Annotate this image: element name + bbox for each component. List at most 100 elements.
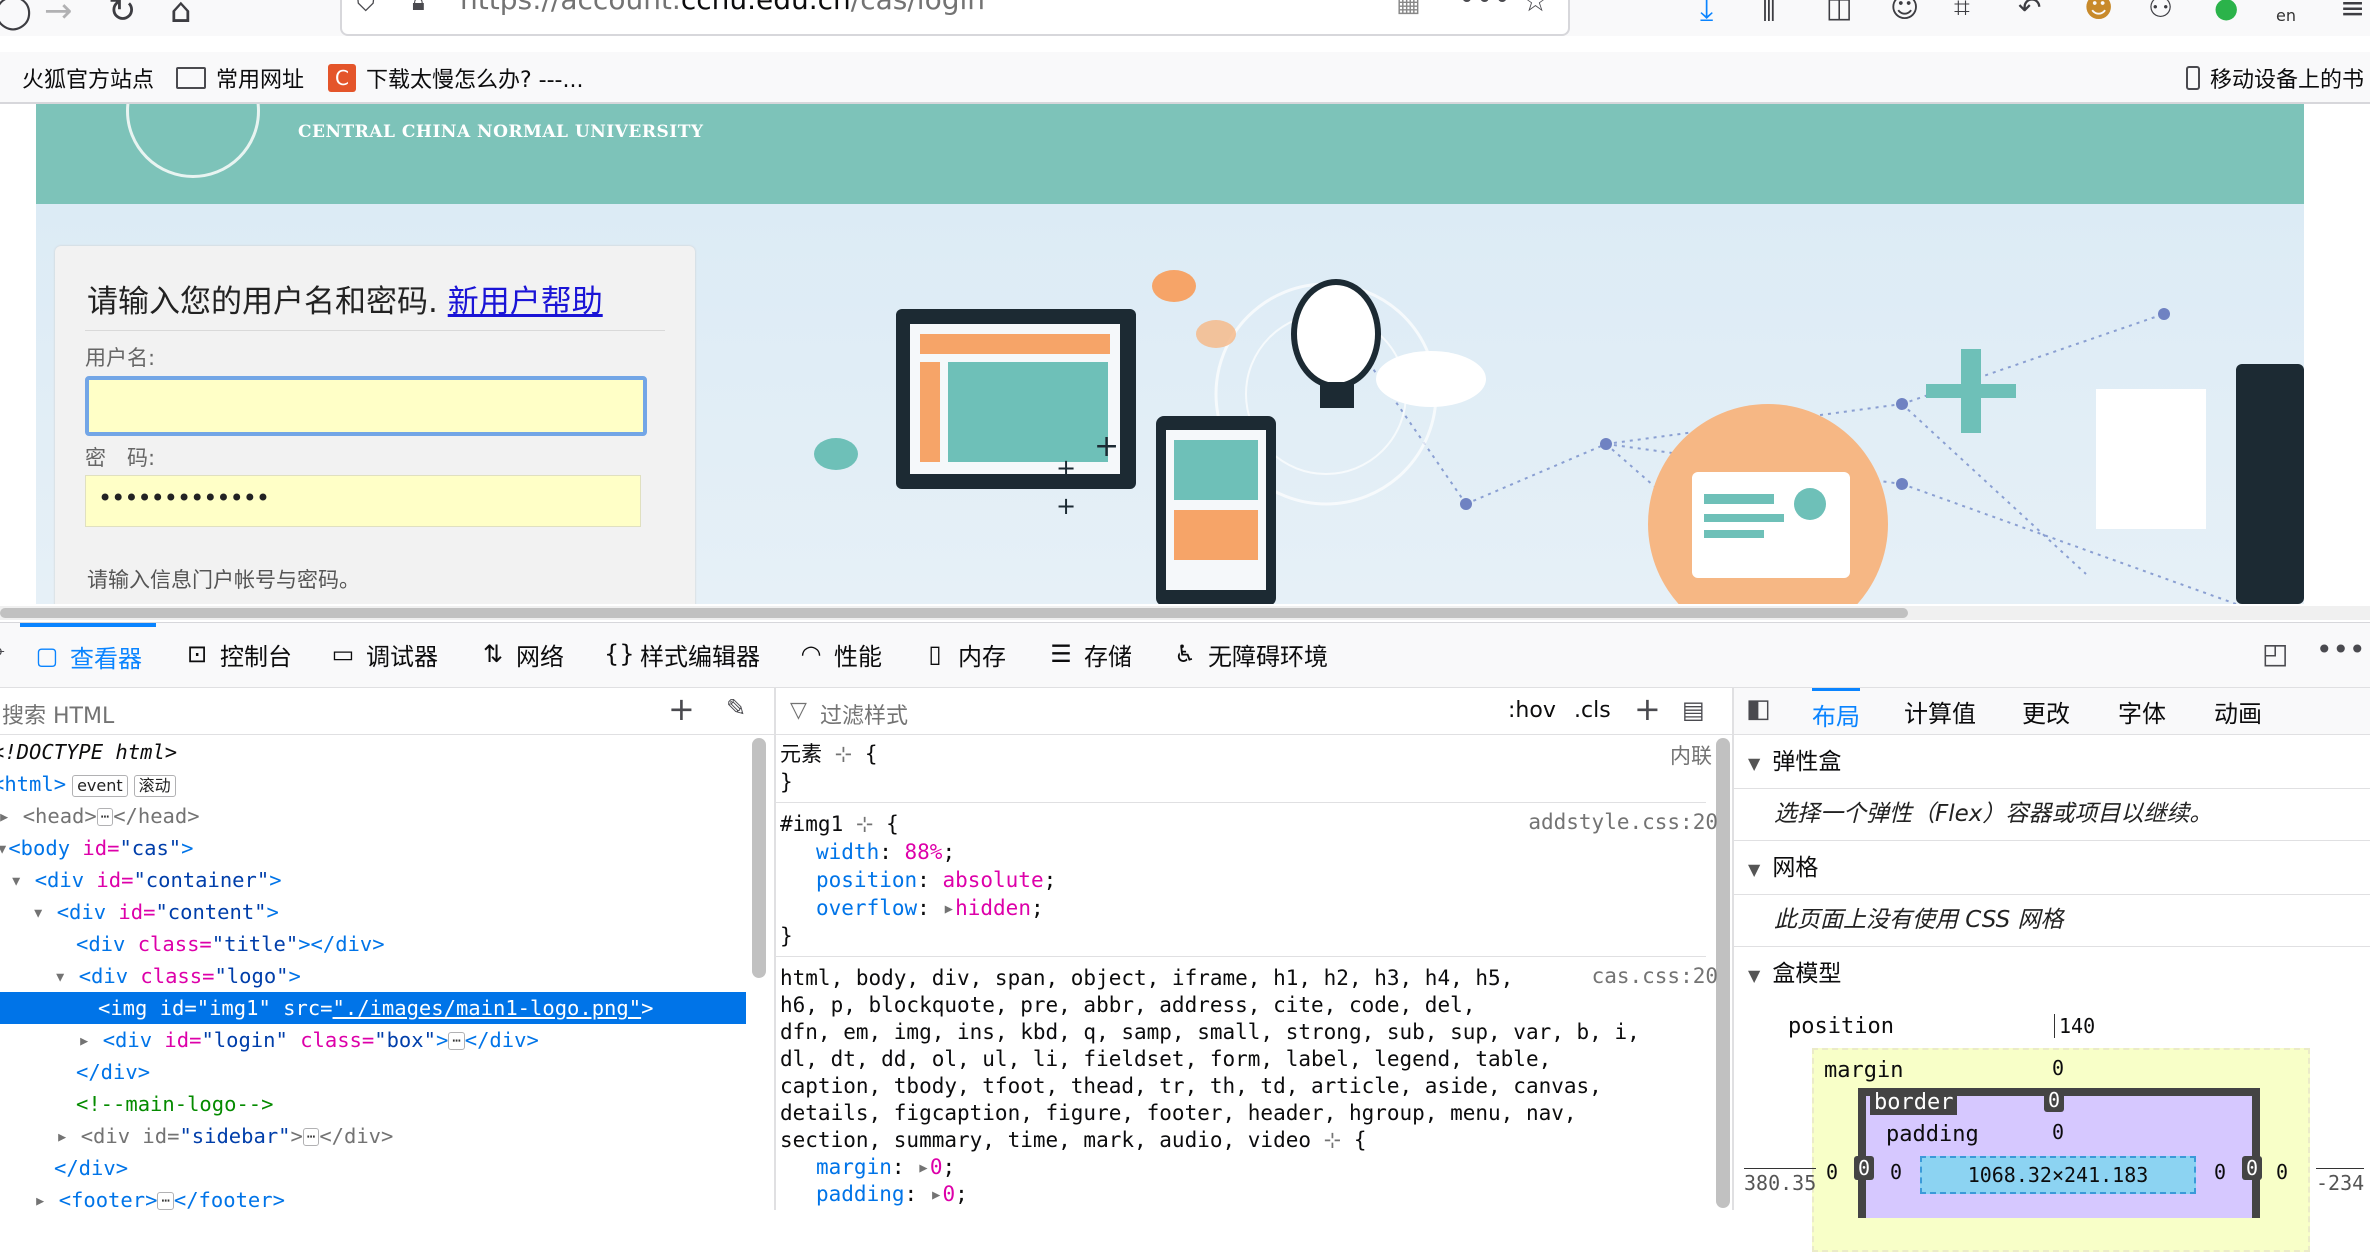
element-rule-source[interactable]: 内联 (1670, 740, 1712, 770)
tab-style-editor[interactable]: {} 样式编辑器 (604, 623, 760, 685)
tree-html[interactable]: <html>event滚动 (0, 768, 176, 800)
url-text[interactable]: https://account.ccnu.edu.cn/cas/login (460, 0, 985, 14)
img-src-link[interactable]: "./images/main1-logo.png" (333, 996, 642, 1020)
download-icon[interactable]: ⤓ (1700, 0, 1713, 26)
tree-div-title[interactable]: <div class="title"></div> (76, 928, 385, 960)
tree-doctype[interactable]: <!DOCTYPE html> (0, 736, 177, 768)
tree-div-login[interactable]: ▸ <div id="login" class="box"> ⋯ </div> (78, 1024, 539, 1056)
reset-selector-line[interactable]: caption, tbody, tfoot, thead, tr, th, td… (780, 1072, 1602, 1100)
styles-filter-input[interactable]: 过滤样式 (820, 698, 908, 730)
tab-fonts[interactable]: 字体 (2118, 694, 2166, 729)
tree-div-sidebar[interactable]: ▸ <div id="sidebar"> ⋯ </div> (56, 1120, 393, 1152)
tab-inspector[interactable]: ▢ 查看器 (20, 623, 156, 685)
tree-img-selected[interactable]: <img id="img1" src="./images/main1-logo.… (0, 992, 746, 1024)
tampermonkey-icon[interactable]: ☻ (2084, 0, 2113, 22)
tab-performance[interactable]: ◠ 性能 (798, 623, 882, 685)
content-size[interactable]: 1068.32×241.183 (1920, 1156, 2196, 1194)
shield-icon[interactable]: ⛉ (356, 0, 376, 19)
reload-icon[interactable]: ↻ (108, 0, 137, 28)
html-search-input[interactable]: 搜索 HTML (2, 698, 114, 730)
padding-right-value[interactable]: 0 (2214, 1160, 2226, 1184)
tab-debugger[interactable]: ▭ 调试器 (330, 623, 438, 685)
tree-div-content[interactable]: ▾ <div id="content"> (32, 896, 279, 928)
bookmark-star-icon[interactable]: ☆ (1522, 0, 1549, 19)
padding-top-value[interactable]: 0 (2052, 1120, 2064, 1144)
collapsed-dots[interactable]: ⋯ (302, 1128, 320, 1146)
decl-position[interactable]: position: absolute; (816, 866, 1056, 894)
tab-accessibility[interactable]: ♿︎ 无障碍环境 (1172, 623, 1328, 685)
decl-margin[interactable]: margin: ▸0; (816, 1153, 955, 1181)
decl-overflow[interactable]: overflow: ▸hidden; (816, 894, 1044, 922)
url-bar[interactable]: ⛉ 🔒︎ https://account.ccnu.edu.cn/cas/log… (340, 0, 1570, 36)
event-badge[interactable]: event (72, 775, 128, 797)
tree-div-close-2[interactable]: </div> (54, 1152, 128, 1184)
margin-top-value[interactable]: 0 (2052, 1056, 2064, 1080)
reset-rule-source[interactable]: cas.css:20 (1592, 964, 1718, 988)
reset-selector-line[interactable]: details, figcaption, figure, footer, hea… (780, 1099, 1577, 1127)
bookmark-common-sites[interactable]: 常用网址 (176, 62, 304, 94)
reset-selector-line[interactable]: dl, dt, dd, ol, ul, li, fieldset, form, … (780, 1045, 1551, 1073)
collapsed-dots[interactable]: ⋯ (448, 1032, 465, 1050)
padding-left-value[interactable]: 0 (1890, 1160, 1902, 1184)
border-left-value[interactable]: 0 (1854, 1156, 1875, 1180)
tab-animations[interactable]: 动画 (2214, 694, 2262, 729)
lock-icon[interactable]: 🔒︎ (412, 0, 425, 16)
scrollbar-thumb[interactable] (0, 608, 1908, 618)
tree-div-container[interactable]: ▾ <div id="container"> (10, 864, 282, 896)
tab-computed[interactable]: 计算值 (1904, 694, 1976, 729)
position-left-value[interactable]: 380.35 (1744, 1168, 1817, 1195)
tree-div-close[interactable]: </div> (76, 1056, 150, 1088)
margin-right-value[interactable]: 0 (2276, 1160, 2288, 1184)
page-actions-icon[interactable]: ••• (1458, 0, 1511, 17)
expand-arrow-icon[interactable]: ▸ (942, 896, 955, 920)
bookmark-download-slow[interactable]: C 下载太慢怎么办? ---... (328, 62, 583, 94)
collapsed-dots[interactable]: ⋯ (157, 1192, 174, 1210)
decl-width[interactable]: width: 88%; (816, 838, 955, 866)
tab-layout[interactable]: 布局 (1812, 688, 1860, 732)
sidebar-icon[interactable]: ◫ (1826, 0, 1852, 22)
expand-arrow-icon[interactable]: ▸ (930, 1182, 943, 1206)
library-icon[interactable]: ⫼ (1762, 0, 1776, 24)
undo-icon[interactable]: ↶ (2018, 0, 2041, 22)
tab-changes[interactable]: 更改 (2022, 694, 2070, 729)
flexbox-section-header[interactable]: ▼ 弹性盒 (1734, 736, 2370, 789)
grid-section-header[interactable]: ▼ 网格 (1734, 842, 2370, 895)
forward-icon[interactable]: → (44, 0, 73, 28)
qr-code-icon[interactable]: ▦ (1396, 0, 1421, 18)
tab-console[interactable]: ⊡ 控制台 (184, 623, 292, 685)
scroll-badge[interactable]: 滚动 (133, 775, 176, 797)
horizontal-scrollbar[interactable] (0, 606, 2370, 620)
bookmark-firefox[interactable]: 火狐官方站点 (0, 62, 154, 94)
back-icon[interactable]: ◯ (0, 0, 32, 28)
hov-toggle[interactable]: :hov (1508, 698, 1556, 723)
decl-padding[interactable]: padding: ▸0; (816, 1180, 968, 1208)
password-input[interactable]: ••••••••••••• (85, 475, 641, 527)
responsive-design-icon[interactable]: ◰ (2262, 637, 2288, 670)
border-right-value[interactable]: 0 (2242, 1156, 2263, 1180)
markup-scrollbar[interactable] (752, 738, 766, 978)
pick-element-icon[interactable]: ⌖ (0, 637, 5, 668)
toggle-pane-icon[interactable]: ◧ (1746, 694, 1771, 724)
position-right-value[interactable]: -234 (2316, 1168, 2365, 1195)
reset-selector-last[interactable]: section, summary, time, mark, audio, vid… (780, 1126, 1367, 1154)
eyedropper-icon[interactable]: ✎ (726, 694, 746, 722)
border-top-value[interactable]: 0 (2044, 1088, 2065, 1112)
bookmark-mobile[interactable]: 移动设备上的书 (2186, 62, 2364, 94)
reset-selector-line[interactable]: dfn, em, img, ins, kbd, q, samp, small, … (780, 1018, 1640, 1046)
reset-selector-line[interactable]: h6, p, blockquote, pre, abbr, address, c… (780, 991, 1475, 1019)
collapsed-dots[interactable]: ⋯ (96, 808, 114, 826)
img1-rule-source[interactable]: addstyle.css:20 (1528, 810, 1718, 834)
tree-div-logo[interactable]: ▾ <div class="logo"> (54, 960, 301, 992)
tab-memory[interactable]: ▯ 内存 (922, 623, 1006, 685)
extension-icon[interactable]: ⚇ (2148, 0, 2173, 22)
expand-arrow-icon[interactable]: ▸ (917, 1155, 930, 1179)
reset-selector-line[interactable]: html, body, div, span, object, iframe, h… (780, 964, 1513, 992)
img1-rule-selector[interactable]: #img1 ⊹ { (780, 810, 899, 838)
position-top-value[interactable]: 140 (2054, 1014, 2095, 1038)
new-user-help-link[interactable]: 新用户帮助 (448, 284, 603, 320)
search-extension-icon[interactable]: ● (2214, 0, 2238, 22)
account-icon[interactable]: ☺ (1890, 0, 1919, 22)
home-icon[interactable]: ⌂ (170, 0, 192, 28)
tab-storage[interactable]: ☰ 存储 (1048, 623, 1132, 685)
cls-toggle[interactable]: .cls (1574, 698, 1611, 723)
